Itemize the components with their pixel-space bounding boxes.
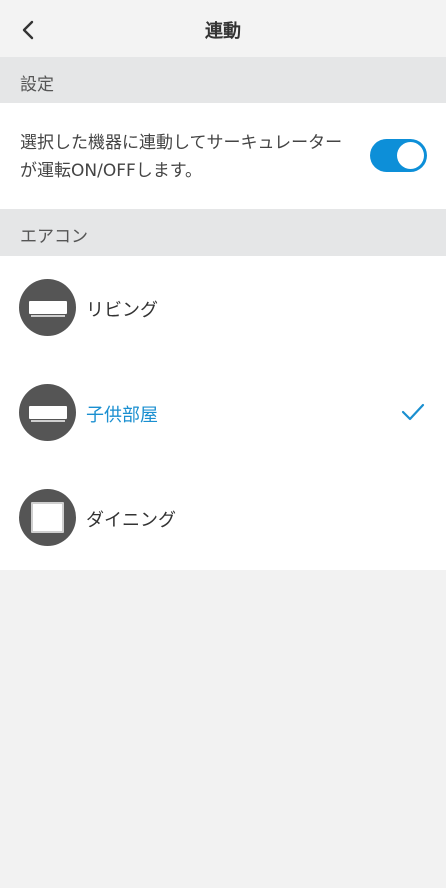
checkmark-icon [401, 403, 425, 421]
section-title-aircon: エアコン [20, 227, 88, 247]
section-header-settings: 設定 [0, 57, 446, 104]
aircon-list: リビング 子供部屋 ダイニング [0, 256, 446, 570]
list-item-living[interactable]: リビング [0, 256, 446, 360]
list-item-dining[interactable]: ダイニング [0, 466, 446, 570]
list-item-label: リビング [86, 300, 158, 321]
list-item-label: 子供部屋 [86, 405, 158, 426]
app-header: 連動 [0, 0, 446, 57]
link-setting-description: 選択した機器に連動してサーキュレーターが運転ON/OFFします。 [20, 133, 343, 181]
toggle-knob [397, 142, 424, 169]
wall-ac-icon [19, 279, 76, 336]
link-toggle-switch[interactable] [370, 139, 427, 172]
window-ac-icon [19, 489, 76, 546]
list-item-kids-room[interactable]: 子供部屋 [0, 361, 446, 465]
section-title-settings: 設定 [20, 75, 54, 95]
list-item-label: ダイニング [86, 510, 176, 531]
wall-ac-icon [19, 384, 76, 441]
section-header-aircon: エアコン [0, 209, 446, 256]
page-title: 連動 [205, 21, 241, 42]
